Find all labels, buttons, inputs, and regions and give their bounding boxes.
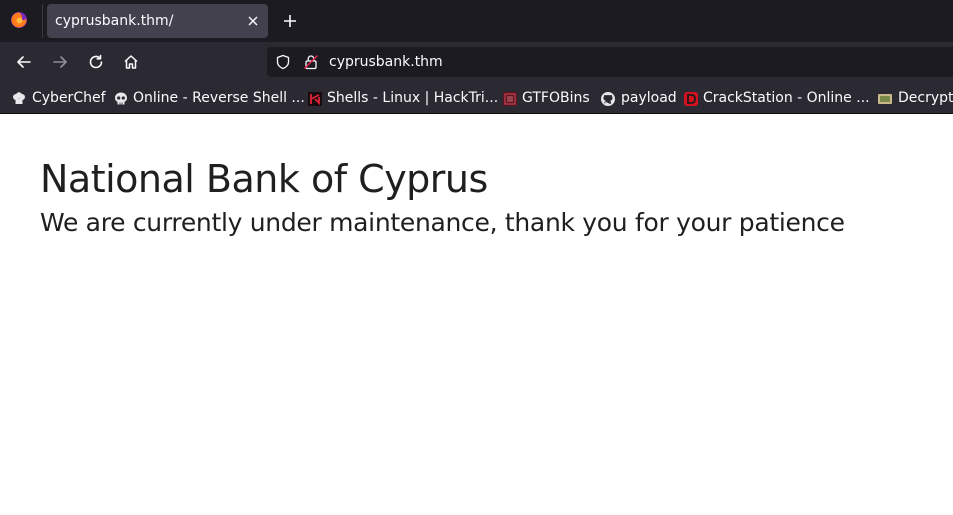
home-icon[interactable] <box>122 53 140 71</box>
tab-separator <box>42 4 43 38</box>
bookmark-decrypt[interactable]: Decrypt <box>898 89 953 107</box>
gtfobins-icon <box>503 92 517 106</box>
tab-active[interactable]: cyprusbank.thm/ <box>47 4 268 38</box>
bookmark-cyberchef[interactable]: CyberChef <box>32 89 106 107</box>
address-bar[interactable]: cyprusbank.thm <box>267 47 953 77</box>
skull-icon <box>115 92 127 105</box>
reload-icon[interactable] <box>87 53 105 71</box>
hacktricks-icon <box>308 92 322 106</box>
forward-arrow-icon[interactable] <box>51 53 69 71</box>
crackstation-icon <box>684 92 698 106</box>
bookmark-gtfobins[interactable]: GTFOBins <box>522 89 590 107</box>
close-icon[interactable] <box>246 14 260 28</box>
tab-strip: cyprusbank.thm/ <box>0 0 953 42</box>
insecure-lock-icon[interactable] <box>303 54 319 70</box>
bookmarks-toolbar: CyberChef Online - Reverse Shell ... She… <box>0 83 953 114</box>
url-text[interactable]: cyprusbank.thm <box>329 53 443 71</box>
bookmark-crackstation[interactable]: CrackStation - Online ... <box>703 89 870 107</box>
bookmark-hacktricks[interactable]: Shells - Linux | HackTri... <box>327 89 498 107</box>
back-arrow-icon[interactable] <box>15 53 33 71</box>
new-tab-plus-icon[interactable] <box>280 11 300 31</box>
bookmark-reverse-shell[interactable]: Online - Reverse Shell ... <box>133 89 305 107</box>
bookmark-payload[interactable]: payload <box>621 89 677 107</box>
firefox-menu-icon[interactable] <box>10 11 28 29</box>
tracking-protection-shield-icon[interactable] <box>275 54 291 70</box>
chef-hat-icon <box>13 92 25 104</box>
maintenance-message: We are currently under maintenance, than… <box>40 208 845 237</box>
page-content: National Bank of Cyprus We are currently… <box>0 114 953 515</box>
browser-window: cyprusbank.thm/ cyprusbank.thm CyberChef… <box>0 0 953 515</box>
decrypt-icon <box>878 94 892 104</box>
navigation-toolbar: cyprusbank.thm <box>0 42 953 83</box>
github-icon <box>601 92 615 106</box>
page-title: National Bank of Cyprus <box>40 157 488 201</box>
tab-title: cyprusbank.thm/ <box>55 13 174 29</box>
